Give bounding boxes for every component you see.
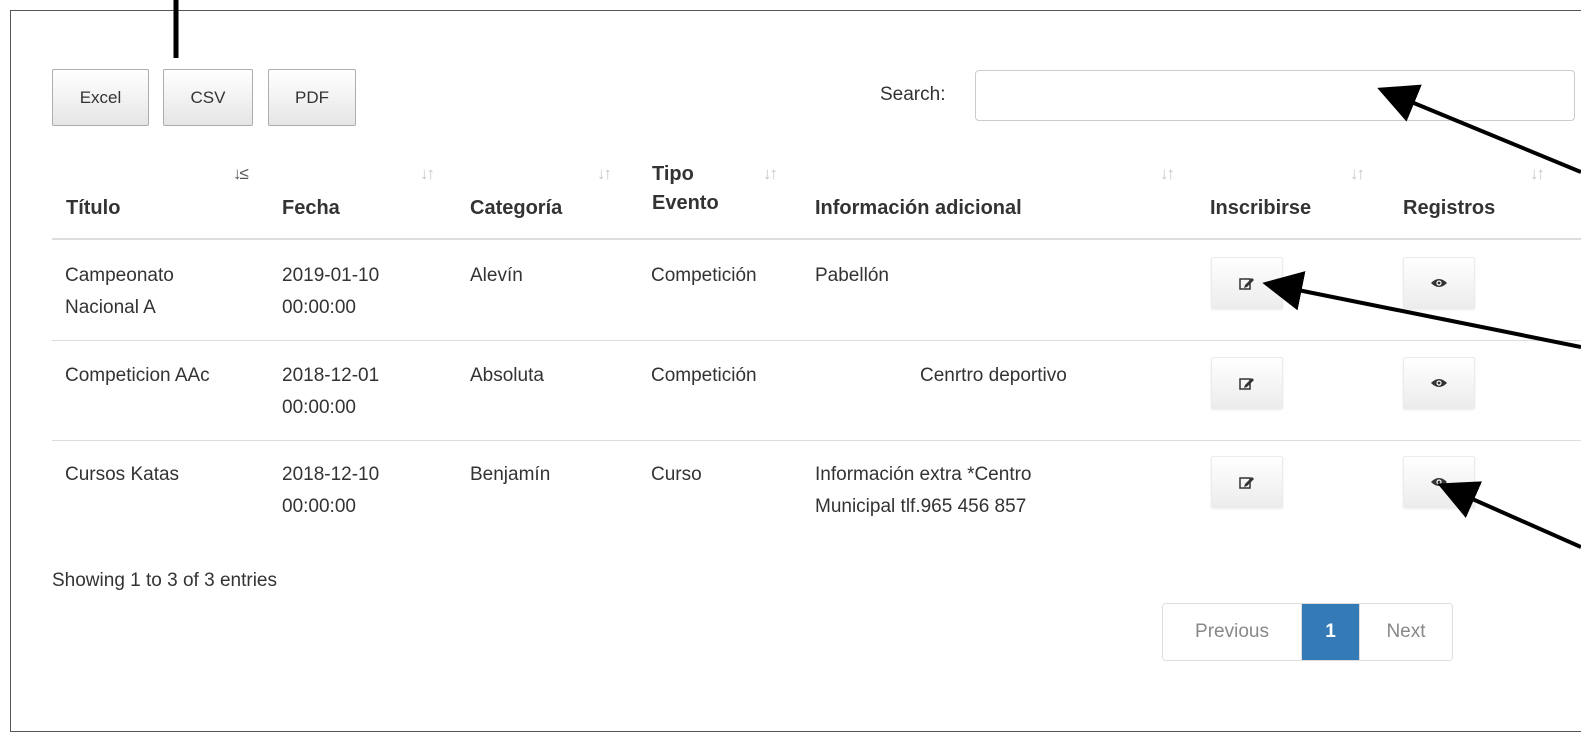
annotation-arrow: [1437, 481, 1581, 549]
annotation-overlay: [173, 0, 1581, 549]
annotation-arrow: [1377, 84, 1581, 174]
annotation-arrow: [1262, 271, 1581, 349]
